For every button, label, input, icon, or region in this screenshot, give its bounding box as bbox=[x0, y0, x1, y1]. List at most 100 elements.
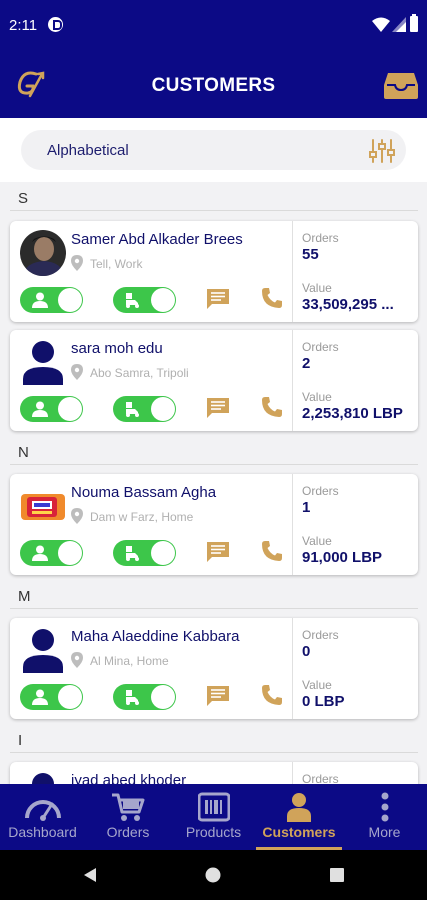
customer-name: sara moh edu bbox=[71, 340, 163, 357]
toggle-knob bbox=[58, 397, 82, 421]
message-icon[interactable] bbox=[207, 542, 229, 562]
location-pin-icon bbox=[71, 364, 83, 380]
message-icon[interactable] bbox=[207, 289, 229, 309]
do-not-disturb-icon bbox=[48, 17, 63, 32]
customer-card[interactable]: Nouma Bassam Agha Dam w Farz, Home Order… bbox=[10, 474, 418, 575]
active-toggle[interactable] bbox=[20, 540, 83, 566]
card-divider bbox=[292, 762, 293, 784]
delivery-toggle[interactable] bbox=[113, 287, 176, 313]
bottom-navigation: Dashboard Orders Products Customers More bbox=[0, 784, 427, 850]
toggle-knob bbox=[58, 288, 82, 312]
section-header: I bbox=[18, 732, 23, 749]
location-pin-icon bbox=[71, 255, 83, 271]
customer-card[interactable]: sara moh edu Abo Samra, Tripoli Orders 2… bbox=[10, 330, 418, 431]
delivery-toggle[interactable] bbox=[113, 540, 176, 566]
cart-icon bbox=[112, 793, 145, 821]
person-icon bbox=[287, 793, 311, 822]
back-icon[interactable] bbox=[82, 867, 98, 883]
card-divider bbox=[292, 618, 293, 719]
signal-icon bbox=[392, 17, 406, 32]
orders-count: 2 bbox=[302, 355, 311, 372]
delivery-icon bbox=[126, 546, 139, 561]
speedometer-icon bbox=[24, 800, 61, 821]
person-icon bbox=[32, 401, 48, 417]
orders-label: Orders bbox=[302, 231, 339, 245]
customer-list[interactable]: S Samer Abd Alkader Brees Tell, Work Ord… bbox=[0, 182, 427, 784]
toggle-knob bbox=[151, 288, 175, 312]
toggle-knob bbox=[151, 685, 175, 709]
card-divider bbox=[292, 221, 293, 322]
inbox-icon[interactable] bbox=[384, 71, 418, 99]
orders-count: 1 bbox=[302, 499, 311, 516]
phone-icon[interactable] bbox=[261, 684, 283, 706]
card-divider bbox=[292, 474, 293, 575]
barcode-icon bbox=[197, 792, 230, 822]
message-icon[interactable] bbox=[207, 686, 229, 706]
phone-icon[interactable] bbox=[261, 287, 283, 309]
sort-selector[interactable]: Alphabetical bbox=[21, 130, 406, 170]
section-header: N bbox=[18, 444, 29, 461]
app-bar: CUSTOMERS bbox=[0, 52, 427, 118]
order-value: 0 LBP bbox=[302, 693, 345, 710]
customer-card[interactable]: iyad abed khoder Orders bbox=[10, 762, 418, 784]
section-divider bbox=[10, 608, 418, 609]
orders-label: Orders bbox=[302, 484, 339, 498]
recents-icon[interactable] bbox=[330, 868, 344, 882]
default-avatar-icon bbox=[23, 341, 63, 385]
location-pin-icon bbox=[71, 652, 83, 668]
customer-photo bbox=[21, 494, 65, 520]
customer-location: Abo Samra, Tripoli bbox=[90, 366, 189, 380]
phone-icon[interactable] bbox=[261, 396, 283, 418]
default-avatar-icon bbox=[23, 629, 63, 673]
nav-customers[interactable]: Customers bbox=[256, 784, 342, 850]
nav-label: Orders bbox=[106, 824, 150, 840]
orders-label: Orders bbox=[302, 772, 339, 784]
nav-more[interactable]: More bbox=[342, 784, 427, 850]
delivery-toggle[interactable] bbox=[113, 684, 176, 710]
person-icon bbox=[32, 545, 48, 561]
orders-count: 0 bbox=[302, 643, 311, 660]
active-toggle[interactable] bbox=[20, 287, 83, 313]
nav-products[interactable]: Products bbox=[171, 784, 256, 850]
orders-count: 55 bbox=[302, 246, 319, 263]
filter-sliders-icon[interactable] bbox=[369, 138, 395, 164]
page-title: CUSTOMERS bbox=[151, 75, 276, 96]
default-avatar-icon bbox=[32, 773, 54, 784]
message-icon[interactable] bbox=[207, 398, 229, 418]
toggle-knob bbox=[151, 541, 175, 565]
customer-card[interactable]: Samer Abd Alkader Brees Tell, Work Order… bbox=[10, 221, 418, 322]
sort-label: Alphabetical bbox=[47, 142, 129, 159]
nav-orders[interactable]: Orders bbox=[85, 784, 171, 850]
phone-icon[interactable] bbox=[261, 540, 283, 562]
orders-label: Orders bbox=[302, 628, 339, 642]
value-label: Value bbox=[302, 390, 332, 404]
customer-name: iyad abed khoder bbox=[71, 772, 187, 784]
value-label: Value bbox=[302, 281, 332, 295]
active-toggle[interactable] bbox=[20, 396, 83, 422]
nav-label: More bbox=[368, 824, 401, 840]
nav-dashboard[interactable]: Dashboard bbox=[0, 784, 85, 850]
battery-icon bbox=[410, 14, 418, 32]
home-icon[interactable] bbox=[205, 867, 221, 883]
toggle-knob bbox=[151, 397, 175, 421]
sort-bar: Alphabetical bbox=[0, 118, 427, 182]
delivery-icon bbox=[126, 293, 139, 308]
value-label: Value bbox=[302, 678, 332, 692]
status-bar: 2:11 bbox=[0, 0, 427, 52]
customer-location: Tell, Work bbox=[90, 257, 143, 271]
delivery-toggle[interactable] bbox=[113, 396, 176, 422]
system-navigation-bar bbox=[0, 850, 427, 900]
order-value: 33,509,295 ... bbox=[302, 296, 394, 313]
location-pin-icon bbox=[71, 508, 83, 524]
customer-photo bbox=[20, 230, 66, 276]
active-toggle[interactable] bbox=[20, 684, 83, 710]
customer-location: Al Mina, Home bbox=[90, 654, 169, 668]
delivery-icon bbox=[126, 402, 139, 417]
orders-label: Orders bbox=[302, 340, 339, 354]
customer-card[interactable]: Maha Alaeddine Kabbara Al Mina, Home Ord… bbox=[10, 618, 418, 719]
section-header: S bbox=[18, 190, 29, 207]
order-value: 2,253,810 LBP bbox=[302, 405, 403, 422]
status-time: 2:11 bbox=[9, 17, 38, 34]
customer-name: Samer Abd Alkader Brees bbox=[71, 231, 243, 248]
order-value: 91,000 LBP bbox=[302, 549, 383, 566]
